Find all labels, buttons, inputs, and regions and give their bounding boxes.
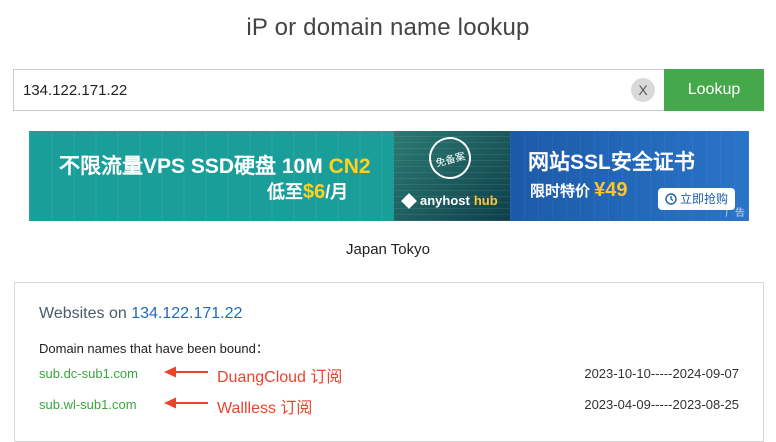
cube-icon xyxy=(401,192,417,209)
promo-highlight: CN2 xyxy=(328,155,371,178)
arrow-left-icon xyxy=(164,397,208,409)
lookup-button[interactable]: Lookup xyxy=(664,69,764,111)
vps-promo: 不限流量VPS SSD硬盘 10M CN2 低至$6/月 xyxy=(29,131,394,221)
annotation-text: Wallless 订阅 xyxy=(217,400,313,417)
clock-icon xyxy=(665,193,677,205)
domain-link[interactable]: sub.dc-sub1.com xyxy=(39,366,138,381)
ssl-sub: 限时特价 ¥49 xyxy=(530,179,628,202)
brand-accent: hub xyxy=(473,193,498,208)
table-row: sub.wl-sub1.com Wallless 订阅 2023-04-09--… xyxy=(39,394,739,417)
date-range: 2023-04-09-----2023-08-25 xyxy=(584,397,739,412)
ad-banner[interactable]: 不限流量VPS SSD硬盘 10M CN2 低至$6/月 免备案 anyhost… xyxy=(29,131,749,221)
ip-link[interactable]: 134.122.171.22 xyxy=(131,305,242,322)
search-input[interactable] xyxy=(13,69,664,111)
ssl-promo: 网站SSL安全证书 限时特价 ¥49 立即抢购 广告 xyxy=(510,131,749,221)
ssl-sub-label: 限时特价 xyxy=(530,183,595,200)
promo-line1: 不限流量VPS SSD硬盘 10M CN2 xyxy=(59,150,371,180)
websites-panel: Websites on 134.122.171.22 Domain names … xyxy=(14,282,764,442)
buy-now-button[interactable]: 立即抢购 xyxy=(658,188,736,210)
arrow-left-icon xyxy=(164,366,208,378)
brand-logo: anyhost hub xyxy=(401,192,498,209)
annotation-text: DuangCloud 订阅 xyxy=(217,369,343,386)
clear-button[interactable]: X xyxy=(631,78,655,102)
brand-name: anyhost xyxy=(420,193,470,208)
search-bar: X Lookup xyxy=(13,69,764,111)
promo-text: 不限流量VPS SSD硬盘 10M xyxy=(59,155,329,178)
promo-price-suffix: /月 xyxy=(325,182,349,202)
badge-stamp: 免备案 xyxy=(424,132,476,184)
brand-panel: 免备案 anyhost hub xyxy=(394,131,510,221)
buy-now-label: 立即抢购 xyxy=(680,192,729,206)
websites-heading-label: Websites on xyxy=(39,305,132,322)
websites-heading: Websites on 134.122.171.22 xyxy=(39,305,242,323)
ad-label: 广告 xyxy=(725,208,745,219)
date-range: 2023-10-10-----2024-09-07 xyxy=(584,366,739,381)
ssl-price: ¥49 xyxy=(594,179,628,201)
domain-link[interactable]: sub.wl-sub1.com xyxy=(39,397,137,412)
location-text: Japan Tokyo xyxy=(346,241,430,258)
table-row: sub.dc-sub1.com DuangCloud 订阅 2023-10-10… xyxy=(39,363,739,386)
bound-domains-label: Domain names that have been bound： xyxy=(39,341,269,356)
ssl-title: 网站SSL安全证书 xyxy=(528,151,695,174)
close-icon: X xyxy=(638,82,648,98)
promo-price: $6 xyxy=(303,181,326,203)
promo-price-prefix: 低至 xyxy=(267,182,303,202)
promo-line2: 低至$6/月 xyxy=(267,178,348,204)
page-title: iP or domain name lookup xyxy=(246,14,530,41)
